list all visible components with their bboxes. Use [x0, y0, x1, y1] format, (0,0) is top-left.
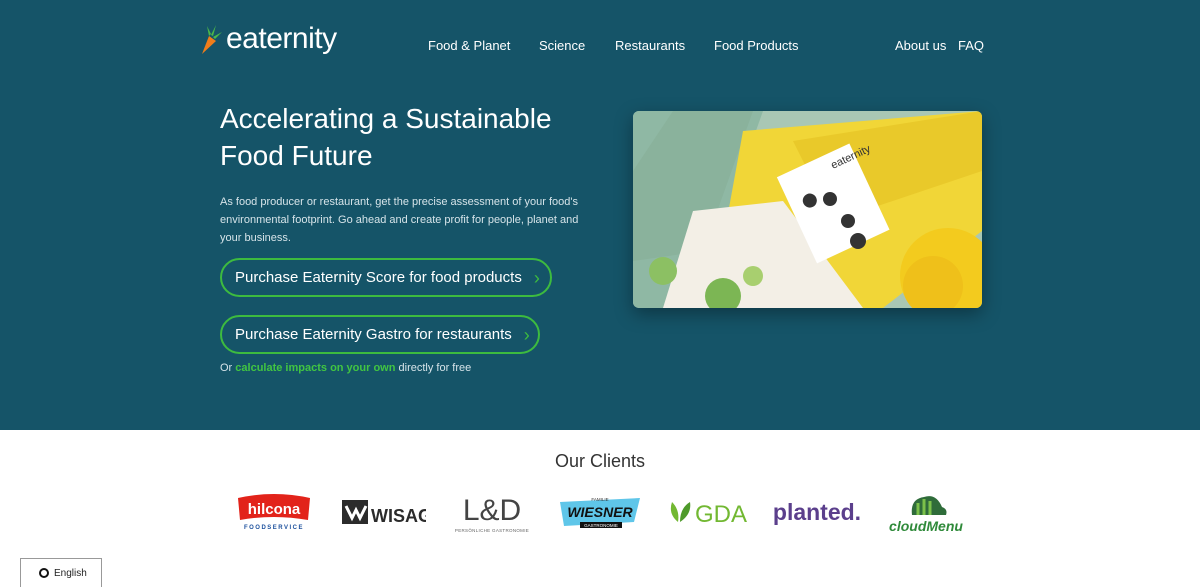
client-logo-small: FAMILIE: [591, 497, 608, 502]
client-logo-wisag: WISAG: [340, 490, 426, 534]
hero-product-image: eaternity: [633, 111, 982, 308]
client-logo-subtext: FOODSERVICE: [244, 525, 304, 531]
calculate-impacts-link[interactable]: calculate impacts on your own: [235, 362, 395, 374]
nav-restaurants[interactable]: Restaurants: [615, 38, 685, 53]
eaternity-logo[interactable]: eaternity: [196, 22, 337, 56]
client-logo-planted: planted.: [766, 490, 868, 534]
free-prefix: Or: [220, 362, 233, 374]
carrot-icon: [202, 25, 222, 54]
purchase-gastro-label: Purchase Eaternity Gastro for restaurant…: [235, 326, 512, 343]
client-logo-text: planted.: [773, 499, 861, 525]
purchase-score-label: Purchase Eaternity Score for food produc…: [235, 269, 522, 286]
client-logo-hilcona: hilcona FOODSERVICE: [236, 490, 312, 534]
hero-title: Accelerating a Sustainable Food Future: [220, 103, 552, 171]
language-selector[interactable]: English: [20, 558, 102, 587]
client-logo-text: GDA: [695, 501, 747, 528]
language-label: English: [54, 567, 87, 579]
client-logo-text: WISAG: [371, 506, 426, 526]
client-logo-text: WIESNER: [567, 504, 633, 520]
client-logo-text: L&D: [463, 494, 521, 527]
logo-text: eaternity: [226, 22, 337, 55]
free-calculator-line: Or calculate impacts on your own directl…: [220, 362, 471, 374]
clients-title: Our Clients: [554, 451, 646, 471]
free-suffix: directly for free: [398, 362, 472, 374]
chevron-right-icon: ›: [533, 267, 540, 288]
purchase-gastro-button[interactable]: Purchase Eaternity Gastro for restaurant…: [220, 315, 540, 354]
client-logo-l-and-d: L&D PERSÖNLICHE GASTRONOMIE: [451, 490, 533, 534]
hero-description: As food producer or restaurant, get the …: [220, 196, 579, 244]
client-logo-text: hilcona: [248, 501, 301, 518]
nav-about-us[interactable]: About us: [895, 38, 946, 53]
language-icon: [39, 568, 49, 578]
nav-faq[interactable]: FAQ: [958, 38, 984, 53]
chevron-right-icon: ›: [523, 324, 530, 345]
nav-science[interactable]: Science: [539, 38, 585, 53]
client-logo-text: cloudMenu: [889, 518, 963, 534]
nav-food-products[interactable]: Food Products: [714, 38, 799, 53]
client-logo-subtext: PERSÖNLICHE GASTRONOMIE: [455, 527, 529, 533]
hero-section: eaternity Food & Planet Science Restaura…: [0, 0, 1200, 430]
client-logo-gda: GDA: [666, 490, 752, 534]
client-logo-subtext: GASTRONOMIE: [584, 523, 618, 528]
client-logo-cloudmenu: cloudMenu: [882, 490, 970, 534]
nav-food-planet[interactable]: Food & Planet: [428, 38, 510, 53]
client-logo-wiesner: FAMILIE WIESNER GASTRONOMIE: [558, 490, 642, 534]
purchase-score-button[interactable]: Purchase Eaternity Score for food produc…: [220, 258, 552, 297]
